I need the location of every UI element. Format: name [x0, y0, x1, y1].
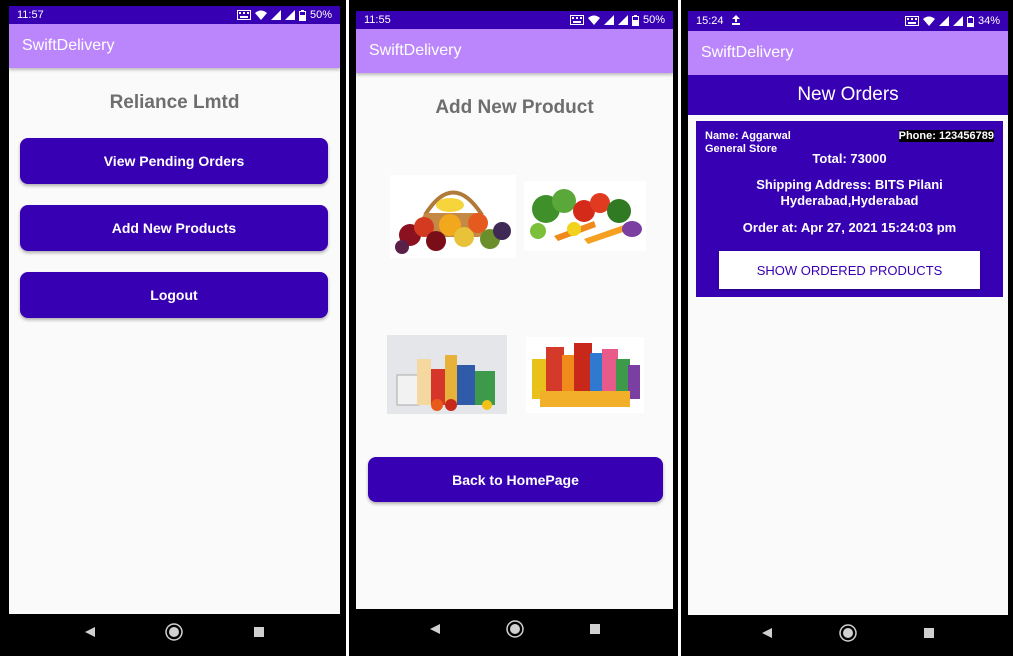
battery-percent: 50%	[642, 14, 665, 26]
signal-icon	[952, 16, 963, 26]
order-timestamp: Order at: Apr 27, 2021 15:24:03 pm	[742, 220, 957, 235]
status-time: 11:57	[17, 9, 44, 21]
nav-bar	[9, 614, 340, 650]
back-nav-icon[interactable]	[84, 626, 96, 638]
show-ordered-products-button[interactable]: SHOW ORDERED PRODUCTS	[719, 251, 980, 289]
store-name: Reliance Lmtd	[109, 92, 240, 113]
new-orders-header: New Orders	[688, 75, 1008, 115]
signal-icon	[603, 15, 614, 25]
recents-nav-icon[interactable]	[923, 627, 935, 639]
app-bar: SwiftDelivery	[688, 31, 1008, 75]
keyboard-icon	[569, 15, 584, 25]
app-title: SwiftDelivery	[22, 37, 115, 54]
battery-percent: 34%	[977, 15, 1000, 27]
status-time: 11:55	[364, 14, 391, 26]
new-orders-title: New Orders	[797, 84, 899, 105]
back-nav-icon[interactable]	[761, 627, 773, 639]
keyboard-icon	[904, 16, 919, 26]
order-address-line1: Shipping Address: BITS Pilani	[756, 177, 943, 192]
view-pending-orders-button[interactable]: View Pending Orders	[20, 138, 328, 184]
nav-bar	[356, 609, 673, 649]
signal-icon	[270, 10, 281, 20]
nav-bar	[688, 615, 1008, 651]
order-total: Total: 73000	[812, 151, 887, 166]
status-bar: 11:55 50%	[356, 11, 673, 29]
order-card: Name: Aggarwal General Store Phone: 1234…	[696, 121, 1003, 297]
wifi-icon	[254, 10, 267, 20]
order-phone: Phone: 123456789	[898, 130, 994, 142]
screen-2: 11:55 50% SwiftDelivery Add New Product	[356, 11, 673, 649]
app-bar: SwiftDelivery	[9, 24, 340, 68]
battery-icon	[631, 14, 639, 26]
home-nav-icon[interactable]	[165, 623, 184, 641]
screen-1: 11:57 50% SwiftDelivery Reliance Lmtd Vi…	[9, 6, 340, 650]
phone-3: 15:24 34% SwiftDelivery New Orders Name:…	[681, 0, 1013, 656]
battery-icon	[298, 9, 306, 21]
app-title: SwiftDelivery	[701, 44, 794, 61]
battery-percent: 50%	[309, 9, 332, 21]
vegetables-image[interactable]	[524, 181, 646, 251]
status-time: 15:24	[696, 15, 724, 27]
logout-button[interactable]: Logout	[20, 272, 328, 318]
back-nav-icon[interactable]	[429, 623, 441, 635]
app-title: SwiftDelivery	[369, 42, 462, 59]
page-title: Add New Product	[435, 97, 594, 118]
signal-icon	[938, 16, 949, 26]
order-address-line2: Hyderabad,Hyderabad	[780, 193, 919, 208]
phone-1: 11:57 50% SwiftDelivery Reliance Lmtd Vi…	[0, 0, 346, 656]
order-name-line1: Name: Aggarwal	[705, 130, 791, 142]
back-to-homepage-button[interactable]: Back to HomePage	[368, 457, 663, 502]
status-bar: 11:57 50%	[9, 6, 340, 24]
signal-icon	[284, 10, 295, 20]
order-shipping-address: Shipping Address: BITS Pilani Hyderabad,…	[696, 177, 1003, 209]
wifi-icon	[587, 15, 600, 25]
battery-icon	[966, 15, 974, 27]
wifi-icon	[922, 16, 935, 26]
signal-icon	[617, 15, 628, 25]
phone-2: 11:55 50% SwiftDelivery Add New Product	[349, 0, 678, 656]
recents-nav-icon[interactable]	[253, 626, 265, 638]
home-nav-icon[interactable]	[839, 624, 857, 642]
upload-icon	[731, 14, 740, 28]
app-bar: SwiftDelivery	[356, 29, 673, 73]
packaged-products-image[interactable]	[526, 337, 644, 413]
add-new-products-button[interactable]: Add New Products	[20, 205, 328, 251]
screen-3: 15:24 34% SwiftDelivery New Orders Name:…	[688, 11, 1008, 651]
fruits-image[interactable]	[390, 175, 516, 258]
groceries-image[interactable]	[387, 335, 507, 414]
keyboard-icon	[236, 10, 251, 20]
recents-nav-icon[interactable]	[589, 623, 601, 635]
home-nav-icon[interactable]	[505, 620, 524, 638]
status-bar: 15:24 34%	[688, 11, 1008, 31]
